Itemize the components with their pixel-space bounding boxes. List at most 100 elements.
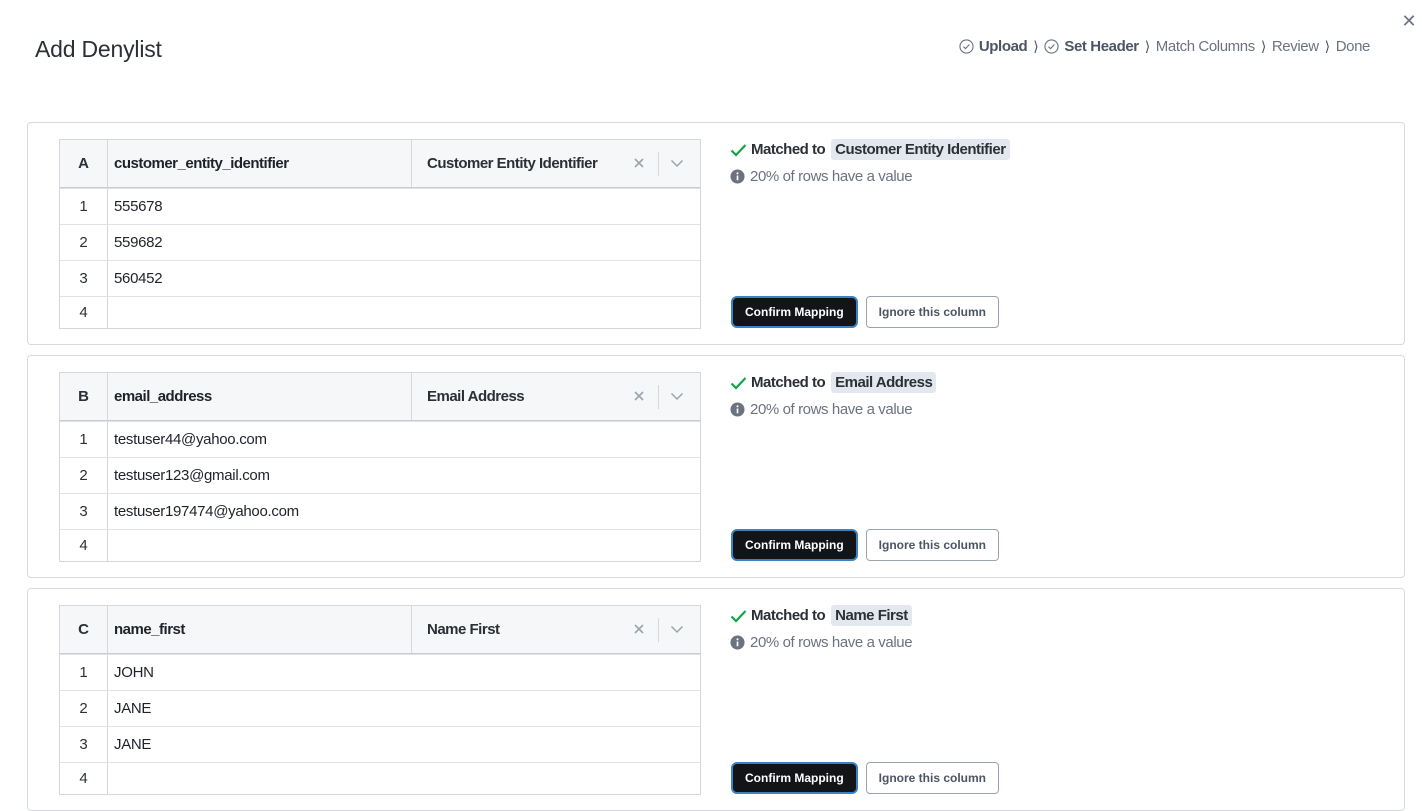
source-column-name: customer_entity_identifier bbox=[108, 140, 412, 187]
cell-value bbox=[108, 297, 700, 328]
confirm-mapping-button[interactable]: Confirm Mapping bbox=[731, 296, 858, 328]
table-row: 4 bbox=[60, 762, 700, 794]
step-label: Review bbox=[1271, 38, 1319, 55]
info-icon bbox=[730, 635, 745, 650]
mapping-status: Matched to Customer Entity Identifier 20… bbox=[730, 139, 1010, 185]
clear-icon[interactable] bbox=[630, 387, 648, 405]
matched-prefix: Matched to bbox=[751, 141, 826, 158]
field-select-value: Customer Entity Identifier bbox=[427, 155, 598, 172]
ignore-column-button[interactable]: Ignore this column bbox=[865, 762, 999, 794]
table-row: 1 testuser44@yahoo.com bbox=[60, 421, 700, 457]
confirm-mapping-button[interactable]: Confirm Mapping bbox=[731, 529, 858, 561]
close-icon[interactable]: ✕ bbox=[1398, 10, 1420, 32]
mapping-status: Matched to Name First 20% of rows have a… bbox=[730, 605, 913, 651]
column-card-a: A customer_entity_identifier Customer En… bbox=[27, 122, 1405, 345]
step-match-columns: Match Columns bbox=[1156, 38, 1255, 55]
chevron-right-icon: ⟩ bbox=[1144, 38, 1150, 54]
field-select-value: Name First bbox=[427, 621, 500, 638]
table-row: 3 560452 bbox=[60, 260, 700, 296]
row-number: 3 bbox=[60, 261, 108, 296]
checkmark-icon bbox=[730, 376, 747, 390]
chevron-right-icon: ⟩ bbox=[1324, 38, 1330, 54]
step-review: Review bbox=[1272, 38, 1319, 55]
modal-title: Add Denylist bbox=[35, 36, 162, 62]
table-header-row: A customer_entity_identifier Customer En… bbox=[60, 140, 700, 188]
table-row: 2 testuser123@gmail.com bbox=[60, 457, 700, 493]
step-done: Done bbox=[1336, 38, 1371, 55]
check-circle-icon bbox=[1044, 39, 1059, 54]
column-card-b: B email_address Email Address 1 testuser4… bbox=[27, 355, 1405, 578]
cell-value: JOHN bbox=[114, 664, 154, 681]
table-row: 1 555678 bbox=[60, 188, 700, 224]
chevron-down-icon[interactable] bbox=[668, 154, 686, 172]
source-column-name: name_first bbox=[108, 606, 412, 653]
cell-value: 559682 bbox=[114, 234, 163, 251]
cell-value: 555678 bbox=[114, 198, 163, 215]
table-header-row: C name_first Name First bbox=[60, 606, 700, 654]
row-number: 1 bbox=[60, 422, 108, 457]
ignore-column-button[interactable]: Ignore this column bbox=[865, 296, 999, 328]
table-row: 2 559682 bbox=[60, 224, 700, 260]
chevron-down-icon[interactable] bbox=[668, 387, 686, 405]
select-divider bbox=[658, 152, 659, 176]
matched-field-pill: Name First bbox=[831, 605, 912, 626]
matched-field-pill: Email Address bbox=[831, 372, 937, 393]
matched-status: Matched to Customer Entity Identifier bbox=[730, 139, 1010, 160]
select-divider bbox=[658, 385, 659, 409]
field-select[interactable]: Email Address bbox=[412, 373, 700, 420]
field-select[interactable]: Name First bbox=[412, 606, 700, 653]
info-icon bbox=[730, 169, 745, 184]
row-number: 2 bbox=[60, 225, 108, 260]
coverage-info: 20% of rows have a value bbox=[730, 168, 1010, 185]
check-circle-icon bbox=[959, 39, 974, 54]
matched-status: Matched to Email Address bbox=[730, 372, 937, 393]
cell-value: testuser197474@yahoo.com bbox=[114, 503, 299, 520]
row-number: 2 bbox=[60, 458, 108, 493]
select-divider bbox=[658, 618, 659, 642]
clear-icon[interactable] bbox=[630, 154, 648, 172]
field-select-value: Email Address bbox=[427, 388, 525, 405]
source-column-name: email_address bbox=[108, 373, 412, 420]
table-row: 4 bbox=[60, 296, 700, 328]
row-number: 2 bbox=[60, 691, 108, 726]
row-number: 3 bbox=[60, 727, 108, 762]
confirm-mapping-button[interactable]: Confirm Mapping bbox=[731, 762, 858, 794]
cell-value: testuser123@gmail.com bbox=[114, 467, 270, 484]
column-preview-table: C name_first Name First 1 JOHN 2 JANE 3 JAN… bbox=[59, 605, 701, 795]
step-label: Set Header bbox=[1064, 38, 1139, 55]
row-number: 3 bbox=[60, 494, 108, 529]
row-number: 1 bbox=[60, 655, 108, 690]
row-number: 4 bbox=[60, 530, 108, 561]
row-number: 4 bbox=[60, 763, 108, 794]
info-icon bbox=[730, 402, 745, 417]
stepper: Upload ⟩ Set Header ⟩ Match Columns ⟩ Re… bbox=[959, 38, 1370, 55]
cell-value bbox=[108, 763, 700, 794]
step-label: Match Columns bbox=[1155, 38, 1255, 55]
mapping-actions: Confirm Mapping Ignore this column bbox=[731, 296, 999, 328]
chevron-down-icon[interactable] bbox=[668, 620, 686, 638]
matched-prefix: Matched to bbox=[751, 607, 826, 624]
field-select[interactable]: Customer Entity Identifier bbox=[412, 140, 700, 187]
chevron-right-icon: ⟩ bbox=[1033, 38, 1039, 54]
coverage-text: 20% of rows have a value bbox=[750, 401, 913, 418]
mapping-status: Matched to Email Address 20% of rows hav… bbox=[730, 372, 937, 418]
table-header-row: B email_address Email Address bbox=[60, 373, 700, 421]
coverage-info: 20% of rows have a value bbox=[730, 634, 913, 651]
coverage-text: 20% of rows have a value bbox=[750, 168, 913, 185]
cell-value bbox=[108, 530, 700, 561]
ignore-column-button[interactable]: Ignore this column bbox=[865, 529, 999, 561]
coverage-text: 20% of rows have a value bbox=[750, 634, 913, 651]
matched-status: Matched to Name First bbox=[730, 605, 912, 626]
clear-icon[interactable] bbox=[630, 620, 648, 638]
coverage-info: 20% of rows have a value bbox=[730, 401, 936, 418]
column-letter: B bbox=[60, 373, 108, 420]
table-row: 3 testuser197474@yahoo.com bbox=[60, 493, 700, 529]
cell-value: 560452 bbox=[114, 270, 163, 287]
step-upload: Upload bbox=[959, 38, 1028, 55]
column-preview-table: B email_address Email Address 1 testuser4… bbox=[59, 372, 701, 562]
cell-value: JANE bbox=[114, 700, 152, 717]
table-row: 3 JANE bbox=[60, 726, 700, 762]
cell-value: JANE bbox=[114, 736, 152, 753]
checkmark-icon bbox=[730, 609, 747, 623]
column-letter: C bbox=[60, 606, 108, 653]
